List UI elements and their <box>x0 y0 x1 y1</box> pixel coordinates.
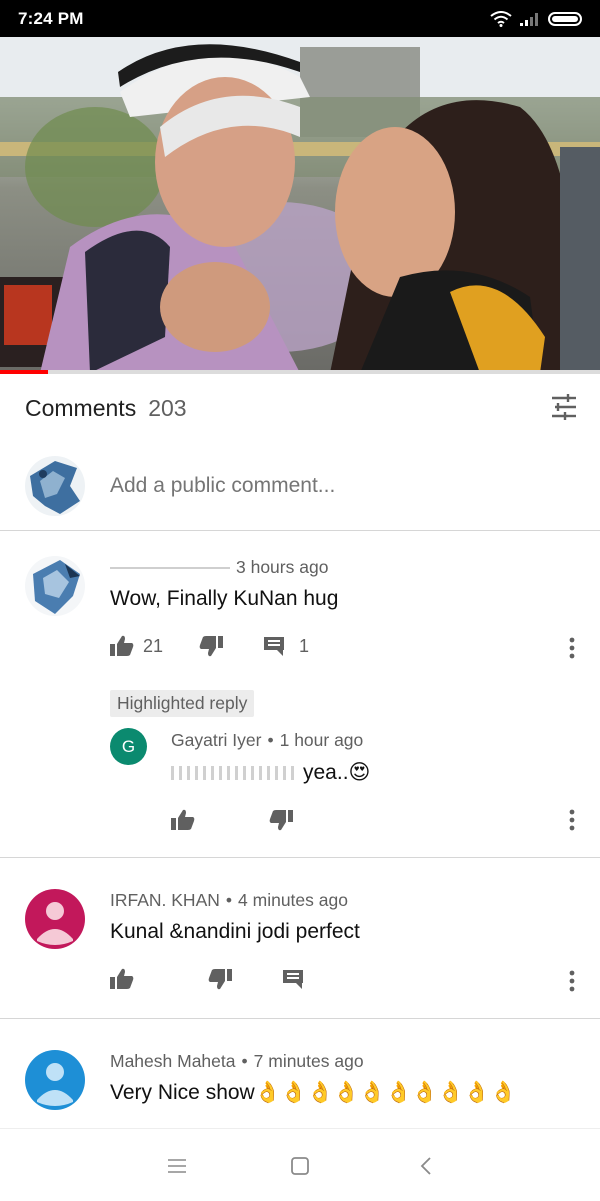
comment-meta: IRFAN. KHAN • 4 minutes ago <box>110 890 348 910</box>
more-vert-icon <box>569 970 575 992</box>
thumbs-up-icon <box>110 968 134 989</box>
video-progress-bar[interactable] <box>0 370 600 374</box>
comments-header: Comments 203 <box>25 393 580 423</box>
menu-icon <box>168 1159 186 1173</box>
comment-meta: 3 hours ago <box>110 557 328 578</box>
dislike-button[interactable] <box>269 809 293 831</box>
like-count: 21 <box>143 635 164 656</box>
own-avatar <box>25 456 85 516</box>
comment-author: Mahesh Maheta <box>110 1051 236 1071</box>
home-button[interactable] <box>285 1151 315 1181</box>
reply-visible-text: yea..😍 <box>303 761 371 784</box>
redacted-text <box>171 766 299 781</box>
comment-text: Wow, Finally KuNan hug <box>110 587 339 610</box>
status-icons <box>490 10 582 27</box>
commenter-avatar <box>25 1050 85 1110</box>
dislike-button[interactable] <box>199 635 224 657</box>
thumbs-down-icon <box>269 810 293 831</box>
commenter-avatar <box>25 556 85 616</box>
dislike-button[interactable] <box>208 968 232 990</box>
comment-icon <box>264 637 285 656</box>
wifi-icon <box>490 10 512 27</box>
more-vert-icon <box>569 637 575 659</box>
reply-button[interactable] <box>282 968 304 990</box>
reply-count: 1 <box>299 635 310 656</box>
thumbs-down-icon <box>208 969 232 990</box>
status-bar: 7:24 PM <box>0 0 600 37</box>
more-options-button[interactable] <box>564 967 580 995</box>
comment-meta: Mahesh Maheta • 7 minutes ago <box>110 1051 364 1071</box>
reply-time: 1 hour ago <box>279 730 364 750</box>
comments-title: Comments <box>25 394 137 421</box>
redacted-author <box>110 567 230 570</box>
more-vert-icon <box>569 809 575 831</box>
back-button[interactable] <box>411 1151 441 1181</box>
highlighted-reply-badge: Highlighted reply <box>110 690 255 717</box>
like-button[interactable] <box>110 968 134 990</box>
sliders-icon <box>552 394 576 420</box>
reply-author: Gayatri Iyer <box>171 730 262 750</box>
video-player[interactable] <box>0 37 600 373</box>
divider <box>0 857 600 858</box>
back-chevron-icon <box>420 1157 431 1175</box>
video-frame <box>0 37 600 373</box>
thumbs-up-icon <box>110 635 134 656</box>
comment-author: IRFAN. KHAN <box>110 890 220 910</box>
like-button[interactable] <box>171 809 195 831</box>
add-comment-input[interactable] <box>110 474 550 498</box>
comment-text: Very Nice show👌👌👌👌👌👌👌👌👌👌 <box>110 1081 517 1104</box>
navigation-bar <box>0 1128 600 1201</box>
like-button[interactable]: 21 <box>110 635 163 657</box>
thumbs-down-icon <box>199 636 224 657</box>
reply-actions <box>171 806 293 834</box>
divider <box>0 1018 600 1019</box>
comment-icon <box>283 970 303 989</box>
reply-meta: Gayatri Iyer • 1 hour ago <box>171 730 364 750</box>
more-options-button[interactable] <box>564 806 580 834</box>
comment-time: 3 hours ago <box>236 557 329 577</box>
thumbs-up-icon <box>171 809 195 830</box>
person-icon <box>37 1063 73 1106</box>
menu-button[interactable] <box>162 1151 192 1181</box>
reply-text: yea..😍 <box>171 760 370 785</box>
person-icon <box>37 902 73 945</box>
video-progress-fill <box>0 370 48 374</box>
status-time: 7:24 PM <box>18 8 84 28</box>
home-square-icon <box>291 1157 309 1175</box>
reply-button[interactable]: 1 <box>263 635 309 657</box>
battery-icon <box>548 11 582 26</box>
reply-avatar: G <box>110 728 147 765</box>
more-options-button[interactable] <box>564 634 580 662</box>
comments-count: 203 <box>148 394 187 421</box>
comment-time: 4 minutes ago <box>238 890 348 910</box>
divider <box>0 530 600 531</box>
commenter-avatar <box>25 889 85 949</box>
comment-time: 7 minutes ago <box>253 1051 364 1071</box>
comment-text: Kunal &nandini jodi perfect <box>110 920 360 943</box>
sort-comments-button[interactable] <box>548 391 580 423</box>
signal-icon <box>520 12 538 26</box>
comment-actions <box>110 965 304 993</box>
comment-actions: 21 1 <box>110 632 309 660</box>
add-comment-row <box>0 452 600 530</box>
